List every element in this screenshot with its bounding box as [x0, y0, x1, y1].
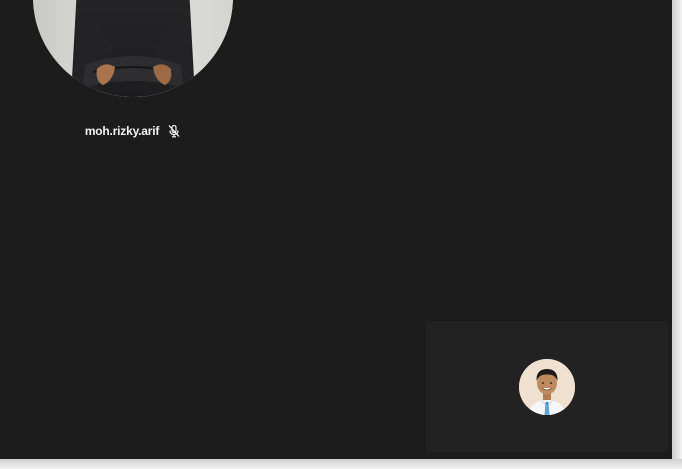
window-bottom-edge — [0, 459, 682, 469]
main-participant-tile — [33, 0, 233, 97]
video-call-stage: moh.rizky.arif — [0, 0, 672, 459]
participant-photo — [33, 0, 233, 97]
participant-name-row: moh.rizky.arif — [0, 123, 266, 139]
participant-avatar[interactable] — [33, 0, 233, 97]
mic-muted-icon — [167, 124, 181, 138]
participant-name: moh.rizky.arif — [84, 124, 160, 138]
self-view-tile[interactable] — [426, 321, 668, 452]
self-photo — [519, 359, 575, 415]
self-avatar[interactable] — [519, 359, 575, 415]
window-right-edge — [672, 0, 682, 469]
